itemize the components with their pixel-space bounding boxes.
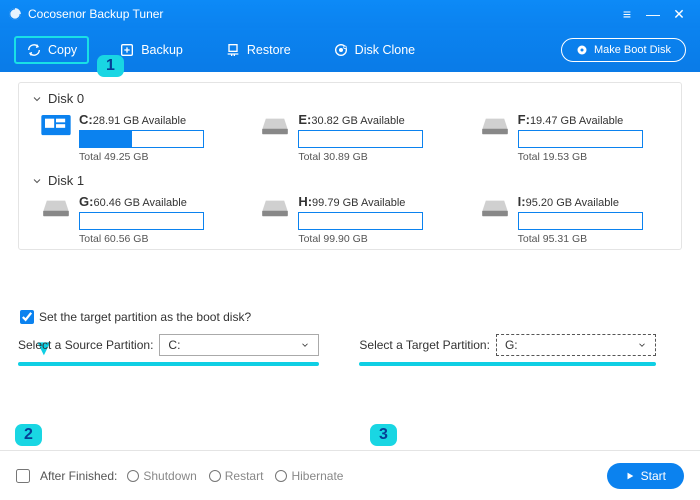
chevron-down-icon [637, 340, 647, 350]
footer: After Finished: Shutdown Restart Hiberna… [0, 450, 700, 500]
play-icon [625, 471, 635, 481]
boot-disk-checkbox-row: Set the target partition as the boot dis… [20, 310, 682, 324]
restart-option[interactable]: Restart [209, 469, 264, 483]
callout-2: 2 [15, 424, 42, 446]
disk-1-header[interactable]: Disk 1 [31, 173, 669, 188]
callout-3: 3 [370, 424, 397, 446]
disk-0-partitions: C:28.91 GB Available Total 49.25 GB E:30… [31, 112, 669, 163]
boot-disk-icon [576, 44, 588, 56]
app-icon [8, 7, 22, 21]
backup-button[interactable]: Backup [107, 36, 195, 64]
restore-label: Restore [247, 43, 291, 57]
disk-0-header[interactable]: Disk 0 [31, 91, 669, 106]
after-finished-label: After Finished: [40, 469, 117, 483]
after-finished-checkbox[interactable] [16, 469, 30, 483]
app-title: Cocosenor Backup Tuner [28, 7, 163, 21]
content-area: Disk 0 C:28.91 GB Available Total 49.25 … [0, 72, 700, 450]
drive-icon [480, 197, 510, 219]
shutdown-option[interactable]: Shutdown [127, 469, 196, 483]
drive-icon [41, 197, 71, 219]
close-button[interactable]: ✕ [666, 2, 692, 26]
minimize-button[interactable]: — [640, 2, 666, 26]
menu-button[interactable]: ≡ [614, 2, 640, 26]
disk-1-name: Disk 1 [48, 173, 84, 188]
disk-clone-icon [333, 42, 349, 58]
disk-0-panel: Disk 0 C:28.91 GB Available Total 49.25 … [18, 82, 682, 250]
copy-button[interactable]: Copy [14, 36, 89, 64]
toolbar: Copy Backup Restore Disk Clone Make Boot… [0, 28, 700, 72]
after-finished-options: Shutdown Restart Hibernate [127, 469, 343, 483]
hibernate-option[interactable]: Hibernate [275, 469, 343, 483]
titlebar: Cocosenor Backup Tuner ≡ — ✕ [0, 0, 700, 28]
chevron-down-icon [31, 175, 43, 187]
make-boot-disk-button[interactable]: Make Boot Disk [561, 38, 686, 62]
partition-h[interactable]: H:99.79 GB Available Total 99.90 GB [260, 194, 449, 245]
chevron-down-icon [300, 340, 310, 350]
boot-disk-checkbox[interactable] [20, 310, 34, 324]
source-partition-select[interactable]: C: [159, 334, 319, 356]
drive-icon [480, 115, 510, 137]
source-value: C: [168, 338, 180, 352]
restore-button[interactable]: Restore [213, 36, 303, 64]
partition-g[interactable]: G:60.46 GB Available Total 60.56 GB [41, 194, 230, 245]
backup-label: Backup [141, 43, 183, 57]
disk-1-partitions: G:60.46 GB Available Total 60.56 GB H:99… [31, 194, 669, 245]
copy-icon [26, 42, 42, 58]
target-partition-select[interactable]: G: [496, 334, 656, 356]
copy-label: Copy [48, 43, 77, 57]
partition-c[interactable]: C:28.91 GB Available Total 49.25 GB [41, 112, 230, 163]
target-underline [359, 362, 656, 366]
chevron-down-icon [31, 93, 43, 105]
system-drive-icon [41, 115, 71, 137]
partition-f[interactable]: F:19.47 GB Available Total 19.53 GB [480, 112, 669, 163]
restore-icon [225, 42, 241, 58]
target-label: Select a Target Partition: [359, 338, 490, 352]
drive-icon [260, 197, 290, 219]
start-button[interactable]: Start [607, 463, 684, 489]
source-label: Select a Source Partition: [18, 338, 153, 352]
boot-disk-label: Make Boot Disk [594, 44, 671, 56]
disk-clone-label: Disk Clone [355, 43, 415, 57]
disk-0-name: Disk 0 [48, 91, 84, 106]
backup-icon [119, 42, 135, 58]
drive-icon [260, 115, 290, 137]
boot-disk-label: Set the target partition as the boot dis… [39, 310, 251, 324]
disk-clone-button[interactable]: Disk Clone [321, 36, 427, 64]
partition-selectors: Select a Source Partition: C: Select a T… [18, 334, 682, 366]
source-underline [18, 362, 319, 366]
target-value: G: [505, 338, 518, 352]
partition-i[interactable]: I:95.20 GB Available Total 95.31 GB [480, 194, 669, 245]
partition-e[interactable]: E:30.82 GB Available Total 30.89 GB [260, 112, 449, 163]
start-label: Start [641, 469, 666, 483]
